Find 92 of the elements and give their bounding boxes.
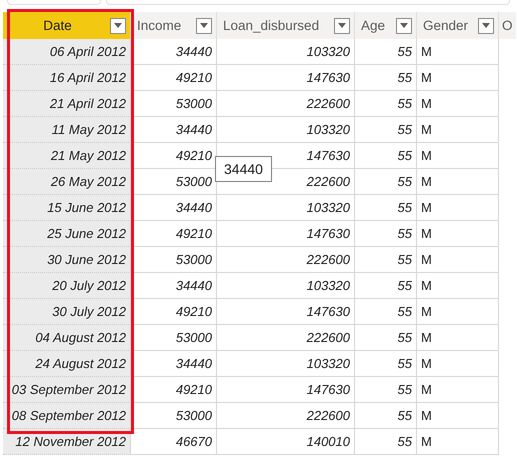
column-header[interactable]: Age [355,12,417,39]
table-cell: 53000 [131,91,217,117]
caret-icon [338,23,346,28]
table-cell: 55 [355,143,417,169]
table-cell: 34440 [131,39,217,65]
table-cell: 147630 [217,65,355,91]
table-cell: 11 May 2012 [3,117,131,143]
filter-dropdown-button[interactable] [334,18,350,34]
table-cell: 15 June 2012 [3,195,131,221]
table-cell: 55 [355,169,417,195]
table-cell: 103320 [217,195,355,221]
table-cell: 24 August 2012 [3,351,131,377]
filter-dropdown-button[interactable] [478,18,494,34]
table-cell: 140010 [217,429,355,455]
filter-dropdown-button[interactable] [196,18,212,34]
table-cell: 55 [355,195,417,221]
column-header[interactable]: Loan_disbursed [217,12,355,39]
table-cell: 21 May 2012 [3,143,131,169]
table-cell: M [417,39,499,65]
table-cell: 55 [355,117,417,143]
caret-icon [200,23,208,28]
table-cell: M [417,143,499,169]
column-header[interactable]: Gender [417,12,499,39]
table-cell: 49210 [131,299,217,325]
table-cell: M [417,247,499,273]
table-cell: 49210 [131,221,217,247]
table-cell: 46670 [131,429,217,455]
column-header[interactable]: Date [3,12,131,39]
table-cell: 21 April 2012 [3,91,131,117]
caret-icon [114,23,122,28]
table-cell: 34440 [131,351,217,377]
table-cell: 06 April 2012 [3,39,131,65]
caret-icon [482,23,490,28]
table-cell: M [417,325,499,351]
table-cell: 222600 [217,247,355,273]
table-cell: M [417,403,499,429]
table-cell: 103320 [217,351,355,377]
table-cell: 55 [355,91,417,117]
table-cell: 49210 [131,65,217,91]
table-cell: M [417,377,499,403]
table-cell: M [417,429,499,455]
table-cell: 147630 [217,377,355,403]
table-cell: 222600 [217,91,355,117]
table-cell: 55 [355,429,417,455]
table-cell: M [417,91,499,117]
table-cell: 55 [355,65,417,91]
table-cell: 147630 [217,299,355,325]
table-cell: 55 [355,403,417,429]
table-cell: 103320 [217,273,355,299]
table-cell: 103320 [217,117,355,143]
table-cell: M [417,273,499,299]
table-cell: 103320 [217,39,355,65]
caret-icon [400,23,408,28]
table-cell: 34440 [131,117,217,143]
table-cell: 20 July 2012 [3,273,131,299]
table-cell: 16 April 2012 [3,65,131,91]
column-header[interactable]: O [499,12,516,39]
table-cell: 26 May 2012 [3,169,131,195]
table-cell: 53000 [131,403,217,429]
table-cell: 25 June 2012 [3,221,131,247]
table-cell: M [417,117,499,143]
table-cell: M [417,299,499,325]
table-cell: 08 September 2012 [3,403,131,429]
table-cell: 55 [355,247,417,273]
table-cell: 34440 [131,195,217,221]
table-cell: 03 September 2012 [3,377,131,403]
table-cell: 55 [355,39,417,65]
filter-dropdown-button[interactable] [396,18,412,34]
table-cell: M [417,169,499,195]
table-cell: 53000 [131,325,217,351]
table-cell: M [417,65,499,91]
table-cell: 55 [355,299,417,325]
table-cell: 55 [355,325,417,351]
table-cell: 55 [355,351,417,377]
tooltip: 34440 [215,156,272,182]
table-cell: 49210 [131,377,217,403]
table-cell: 55 [355,221,417,247]
table-cell: 147630 [217,221,355,247]
table-cell: 04 August 2012 [3,325,131,351]
table-cell: M [417,351,499,377]
table-cell: M [417,221,499,247]
filter-dropdown-button[interactable] [110,18,126,34]
table-cell: 222600 [217,325,355,351]
column-header[interactable]: Income [131,12,217,39]
table-cell: 53000 [131,247,217,273]
table-cell: 55 [355,273,417,299]
table-cell: 30 July 2012 [3,299,131,325]
table-cell: 30 June 2012 [3,247,131,273]
table-cell: 34440 [131,273,217,299]
table-cell: 222600 [217,403,355,429]
table-cell: M [417,195,499,221]
table-cell: 55 [355,377,417,403]
